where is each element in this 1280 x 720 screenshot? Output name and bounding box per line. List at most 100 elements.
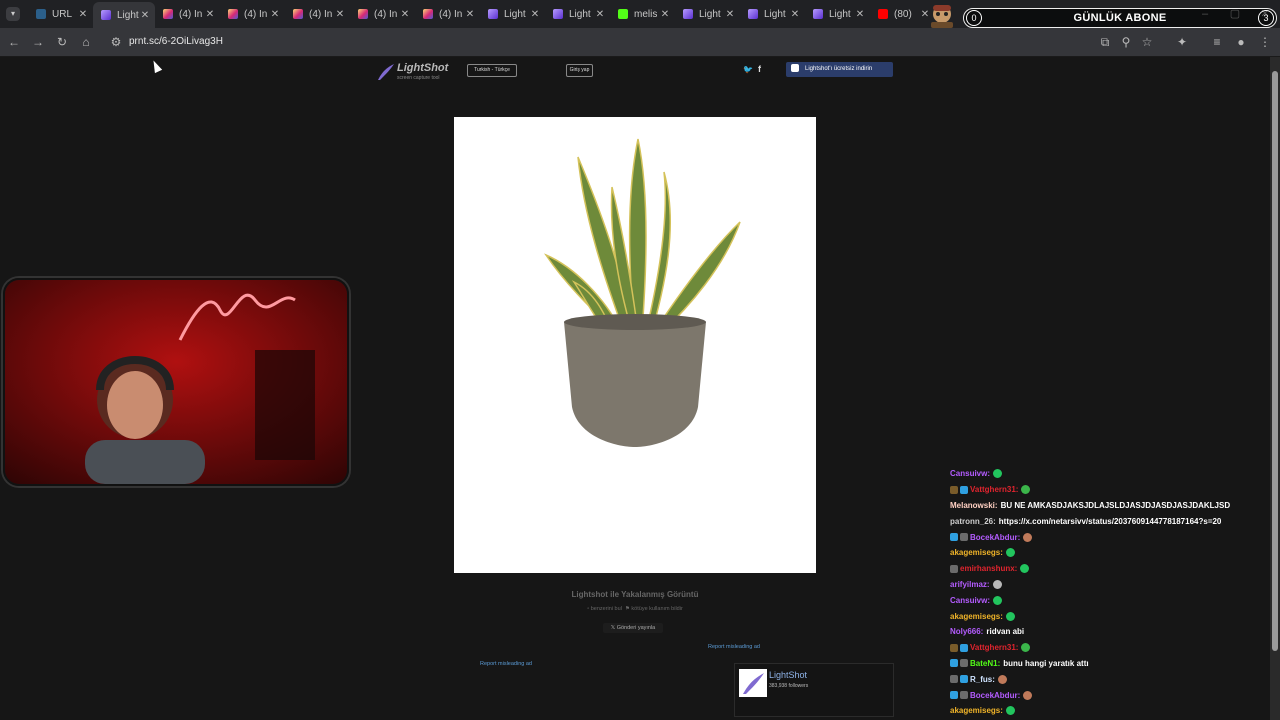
tab[interactable]: (4) In ✕ (220, 4, 285, 24)
tab[interactable]: Light ✕ (805, 4, 870, 24)
tab[interactable]: Light ✕ (545, 4, 610, 24)
tab[interactable]: melis ✕ (610, 4, 675, 24)
tab-favicon-icon (358, 9, 368, 19)
page-name[interactable]: LightShot (769, 670, 807, 680)
tab-favicon-icon (683, 9, 693, 19)
tweet-button[interactable]: 𝕏 Gönderi yayınla (603, 623, 663, 633)
menu-icon[interactable]: ⋮ (1257, 34, 1273, 50)
tab-close-icon[interactable]: ✕ (659, 9, 671, 20)
back-icon[interactable]: ← (6, 34, 22, 50)
chat-message: akagemisegs: (950, 703, 1270, 719)
tab-close-icon[interactable]: ✕ (399, 9, 411, 20)
chat-message: emirhanshunx: (950, 561, 1270, 577)
zoom-icon[interactable]: ⚲ (1118, 34, 1134, 50)
chat-badge-icon (960, 643, 968, 652)
chat-username[interactable]: emirhanshunx: (960, 564, 1017, 573)
chat-username[interactable]: Vattghern31: (970, 485, 1018, 494)
search-icon: ▫ (587, 606, 590, 612)
tab[interactable]: Light ✕ (93, 2, 155, 28)
tab-close-icon[interactable]: ✕ (334, 9, 346, 20)
tab-favicon-icon (618, 9, 628, 19)
chat-username[interactable]: Melanowski: (950, 501, 998, 510)
chat-emote-icon (1023, 690, 1033, 700)
media-controls-icon[interactable]: ≡ (1209, 34, 1225, 50)
home-icon[interactable]: ⌂ (78, 34, 94, 50)
tab-label: melis (634, 8, 658, 20)
chat-message: Melanowski: BU NE AMKASDJAKSJDLAJSLDJASJD… (950, 498, 1270, 514)
url-text[interactable]: prnt.sc/6-2OiLivag3H (129, 36, 223, 47)
chat-username[interactable]: Noly666: (950, 627, 983, 636)
tab-close-icon[interactable]: ✕ (204, 9, 216, 20)
chat-username[interactable]: Cansuivw: (950, 469, 990, 478)
tab-close-icon[interactable]: ✕ (269, 9, 281, 20)
address-bar[interactable]: ⚙ prnt.sc/6-2OiLivag3H (104, 31, 1119, 53)
scroll-thumb[interactable] (1272, 71, 1278, 651)
tab[interactable]: (4) In ✕ (415, 4, 480, 24)
profile-avatar-icon[interactable]: ● (1233, 34, 1249, 50)
chat-username[interactable]: arifyilmaz: (950, 580, 990, 589)
tab-search-button[interactable]: ▾ (6, 7, 20, 21)
tab[interactable]: URL ✕ (28, 4, 93, 24)
chat-username[interactable]: akagemisegs: (950, 548, 1003, 557)
chat-emote-icon (1005, 548, 1015, 558)
chat-username[interactable]: R_fus: (970, 675, 995, 684)
page-scrollbar[interactable] (1270, 57, 1280, 720)
chat-emote-icon (997, 674, 1007, 684)
lightshot-logo-icon[interactable] (376, 62, 396, 82)
lightshot-brand[interactable]: LightShot (397, 62, 448, 74)
screenshot-image[interactable] (454, 117, 816, 573)
bookmark-star-icon[interactable]: ☆ (1139, 34, 1155, 50)
chat-username[interactable]: akagemisegs: (950, 612, 1003, 621)
tab[interactable]: (4) In ✕ (155, 4, 220, 24)
tab[interactable]: (4) In ✕ (350, 4, 415, 24)
tab-close-icon[interactable]: ✕ (854, 9, 866, 20)
chat-badge-icon (950, 643, 958, 652)
lightshot-tagline: screen capture tool (397, 75, 440, 81)
facebook-icon[interactable]: f (758, 64, 761, 74)
tab-favicon-icon (748, 9, 758, 19)
mascot-overlay-icon (931, 5, 953, 28)
forward-icon[interactable]: → (30, 34, 46, 50)
chat-username[interactable]: BateN1: (970, 659, 1000, 668)
chat-message: patronn_26: https://x.com/netarsivv/statu… (950, 513, 1270, 529)
chat-message: BateN1: bunu hangi yaratık attı (950, 656, 1270, 672)
chat-message: arifyilmaz: (950, 577, 1270, 593)
find-similar-link[interactable]: benzerini bul (591, 606, 622, 612)
chat-username[interactable]: BocekAbdur: (970, 533, 1020, 542)
chat-username[interactable]: akagemisegs: (950, 706, 1003, 715)
tab[interactable]: (4) In ✕ (285, 4, 350, 24)
stream-chat: Cansuivw: Vattghern31: Melanowski: BU NE AM… (950, 466, 1270, 720)
chat-username[interactable]: BocekAbdur: (970, 691, 1020, 700)
facebook-page-card[interactable]: LightShot 383,938 followers (734, 663, 894, 717)
chat-username[interactable]: Vattghern31: (970, 643, 1018, 652)
site-info-icon[interactable]: ⚙ (108, 34, 124, 50)
tab-close-icon[interactable]: ✕ (464, 9, 476, 20)
tab-close-icon[interactable]: ✕ (594, 9, 606, 20)
tab[interactable]: Light ✕ (675, 4, 740, 24)
report-ad-link[interactable]: Report misleading ad (708, 644, 760, 650)
tab-close-icon[interactable]: ✕ (77, 9, 89, 20)
tab-label: Light (829, 8, 851, 20)
twitter-icon[interactable]: 🐦 (743, 65, 753, 74)
report-ad-link[interactable]: Report misleading ad (480, 661, 532, 667)
tab[interactable]: Light ✕ (480, 4, 545, 24)
login-button[interactable]: Giriş yap (566, 64, 593, 77)
tab-close-icon[interactable]: ✕ (789, 9, 801, 20)
tab-close-icon[interactable]: ✕ (139, 10, 151, 21)
tab-favicon-icon (293, 9, 303, 19)
tab-label: Light (504, 8, 526, 20)
extensions-icon[interactable]: ✦ (1174, 34, 1190, 50)
tab-favicon-icon (228, 9, 238, 19)
tab-close-icon[interactable]: ✕ (529, 9, 541, 20)
chat-username[interactable]: Cansuivw: (950, 596, 990, 605)
tab-label: (4) In (439, 8, 463, 20)
subscriber-goal-banner: 0 GÜNLÜK ABONE 3 (963, 8, 1277, 28)
download-button[interactable]: Lightshot'ı ücretsiz indirin (786, 62, 893, 77)
tab-close-icon[interactable]: ✕ (724, 9, 736, 20)
install-app-icon[interactable]: ⧉ (1097, 34, 1113, 50)
reload-icon[interactable]: ↻ (54, 34, 70, 50)
tab[interactable]: Light ✕ (740, 4, 805, 24)
chat-username[interactable]: patronn_26: (950, 517, 996, 526)
report-abuse-link[interactable]: kötüye kullanım bildir (631, 606, 682, 612)
language-select[interactable]: Turkish - Türkçe (467, 64, 517, 77)
